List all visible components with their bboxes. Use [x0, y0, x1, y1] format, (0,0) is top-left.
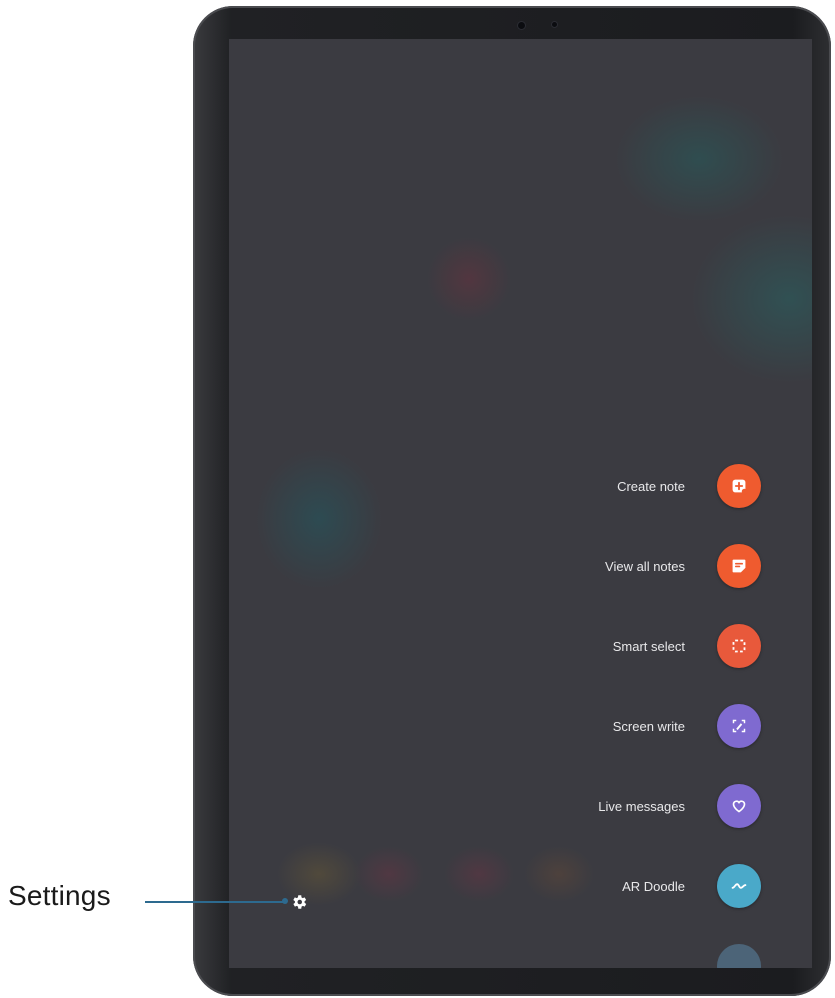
create-note-icon[interactable]	[717, 464, 761, 508]
air-command-view-all-notes[interactable]: View all notes	[605, 544, 761, 588]
front-camera	[518, 22, 525, 29]
ar-doodle-icon[interactable]	[717, 864, 761, 908]
air-command-create-note[interactable]: Create note	[617, 464, 761, 508]
screen-write-icon[interactable]	[717, 704, 761, 748]
air-command-live-messages[interactable]: Live messages	[598, 784, 761, 828]
callout-leader-line	[145, 901, 285, 903]
gear-icon[interactable]	[290, 893, 308, 911]
callout-leader-dot	[282, 898, 288, 904]
air-command-screen-write[interactable]: Screen write	[613, 704, 761, 748]
menu-item-label: Smart select	[612, 638, 685, 654]
menu-item-label: Screen write	[612, 718, 685, 734]
menu-item-label: AR Doodle	[622, 878, 685, 894]
live-messages-icon[interactable]	[717, 784, 761, 828]
menu-item-label: Create note	[617, 478, 685, 494]
air-command-more-item[interactable]	[717, 944, 761, 968]
sensor	[552, 22, 557, 27]
air-command-smart-select[interactable]: Smart select	[613, 624, 761, 668]
air-command-ar-doodle[interactable]: AR Doodle	[622, 864, 761, 908]
view-notes-icon[interactable]	[717, 544, 761, 588]
smart-select-icon[interactable]	[717, 624, 761, 668]
menu-item-label: View all notes	[605, 558, 685, 574]
menu-item-label: Live messages	[598, 798, 685, 814]
settings-callout-label: Settings	[8, 880, 111, 911]
screen: Create note View all notes Smart select …	[229, 39, 812, 968]
